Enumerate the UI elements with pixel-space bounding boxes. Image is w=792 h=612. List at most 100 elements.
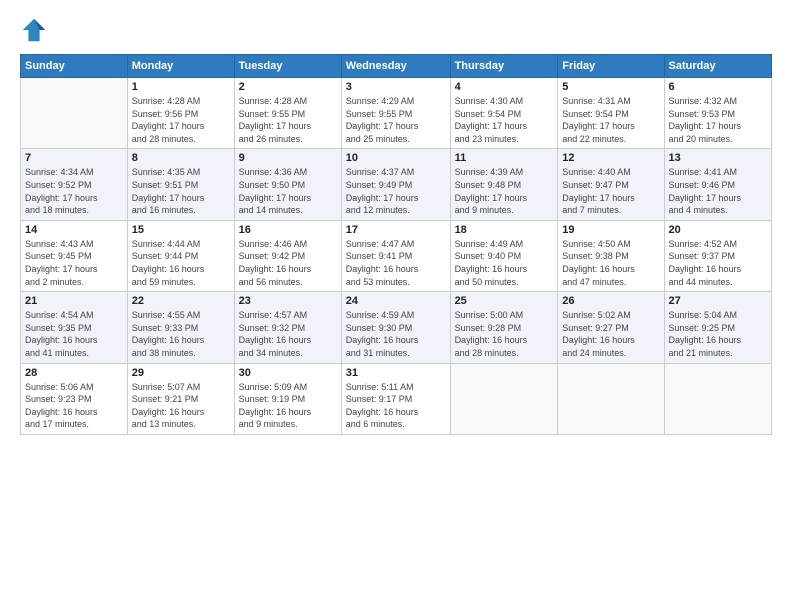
day-info: Sunrise: 4:34 AM Sunset: 9:52 PM Dayligh… <box>25 166 123 216</box>
col-header-friday: Friday <box>558 55 664 78</box>
day-info: Sunrise: 4:44 AM Sunset: 9:44 PM Dayligh… <box>132 238 230 288</box>
day-cell <box>21 78 128 149</box>
day-info: Sunrise: 5:09 AM Sunset: 9:19 PM Dayligh… <box>239 381 337 431</box>
day-cell <box>450 363 558 434</box>
day-number: 20 <box>669 224 767 236</box>
day-cell <box>558 363 664 434</box>
day-number: 26 <box>562 295 659 307</box>
day-info: Sunrise: 4:47 AM Sunset: 9:41 PM Dayligh… <box>346 238 446 288</box>
week-row-3: 14 Sunrise: 4:43 AM Sunset: 9:45 PM Dayli… <box>21 220 772 291</box>
day-number: 25 <box>455 295 554 307</box>
day-info: Sunrise: 4:41 AM Sunset: 9:46 PM Dayligh… <box>669 166 767 216</box>
day-info: Sunrise: 4:28 AM Sunset: 9:56 PM Dayligh… <box>132 95 230 145</box>
day-info: Sunrise: 4:50 AM Sunset: 9:38 PM Dayligh… <box>562 238 659 288</box>
day-cell: 19 Sunrise: 4:50 AM Sunset: 9:38 PM Dayli… <box>558 220 664 291</box>
day-number: 29 <box>132 367 230 379</box>
day-number: 31 <box>346 367 446 379</box>
day-cell: 22 Sunrise: 4:55 AM Sunset: 9:33 PM Dayli… <box>127 292 234 363</box>
day-number: 14 <box>25 224 123 236</box>
day-info: Sunrise: 4:36 AM Sunset: 9:50 PM Dayligh… <box>239 166 337 216</box>
day-cell: 6Sunrise: 4:32 AM Sunset: 9:53 PM Daylig… <box>664 78 771 149</box>
day-cell: 8 Sunrise: 4:35 AM Sunset: 9:51 PM Daylig… <box>127 149 234 220</box>
day-cell: 5Sunrise: 4:31 AM Sunset: 9:54 PM Daylig… <box>558 78 664 149</box>
week-row-5: 28 Sunrise: 5:06 AM Sunset: 9:23 PM Dayli… <box>21 363 772 434</box>
day-number: 3 <box>346 81 446 93</box>
day-number: 8 <box>132 152 230 164</box>
day-number: 12 <box>562 152 659 164</box>
day-cell: 7 Sunrise: 4:34 AM Sunset: 9:52 PM Daylig… <box>21 149 128 220</box>
day-info: Sunrise: 4:30 AM Sunset: 9:54 PM Dayligh… <box>455 95 554 145</box>
day-number: 19 <box>562 224 659 236</box>
day-info: Sunrise: 4:54 AM Sunset: 9:35 PM Dayligh… <box>25 309 123 359</box>
day-cell: 3 Sunrise: 4:29 AM Sunset: 9:55 PM Daylig… <box>341 78 450 149</box>
day-cell: 13 Sunrise: 4:41 AM Sunset: 9:46 PM Dayli… <box>664 149 771 220</box>
col-header-saturday: Saturday <box>664 55 771 78</box>
day-info: Sunrise: 4:59 AM Sunset: 9:30 PM Dayligh… <box>346 309 446 359</box>
day-info: Sunrise: 5:00 AM Sunset: 9:28 PM Dayligh… <box>455 309 554 359</box>
day-number: 16 <box>239 224 337 236</box>
day-cell: 21 Sunrise: 4:54 AM Sunset: 9:35 PM Dayli… <box>21 292 128 363</box>
day-info: Sunrise: 5:04 AM Sunset: 9:25 PM Dayligh… <box>669 309 767 359</box>
week-row-4: 21 Sunrise: 4:54 AM Sunset: 9:35 PM Dayli… <box>21 292 772 363</box>
day-cell: 23Sunrise: 4:57 AM Sunset: 9:32 PM Dayli… <box>234 292 341 363</box>
day-cell: 28 Sunrise: 5:06 AM Sunset: 9:23 PM Dayli… <box>21 363 128 434</box>
day-number: 6 <box>669 81 767 93</box>
day-cell <box>664 363 771 434</box>
header <box>20 16 772 44</box>
day-info: Sunrise: 4:43 AM Sunset: 9:45 PM Dayligh… <box>25 238 123 288</box>
day-cell: 2Sunrise: 4:28 AM Sunset: 9:55 PM Daylig… <box>234 78 341 149</box>
day-cell: 25 Sunrise: 5:00 AM Sunset: 9:28 PM Dayli… <box>450 292 558 363</box>
day-number: 24 <box>346 295 446 307</box>
day-cell: 31 Sunrise: 5:11 AM Sunset: 9:17 PM Dayli… <box>341 363 450 434</box>
day-cell: 11Sunrise: 4:39 AM Sunset: 9:48 PM Dayli… <box>450 149 558 220</box>
day-number: 18 <box>455 224 554 236</box>
day-number: 22 <box>132 295 230 307</box>
day-cell: 9 Sunrise: 4:36 AM Sunset: 9:50 PM Daylig… <box>234 149 341 220</box>
day-cell: 26Sunrise: 5:02 AM Sunset: 9:27 PM Dayli… <box>558 292 664 363</box>
day-number: 1 <box>132 81 230 93</box>
col-header-wednesday: Wednesday <box>341 55 450 78</box>
day-cell: 14 Sunrise: 4:43 AM Sunset: 9:45 PM Dayli… <box>21 220 128 291</box>
day-number: 9 <box>239 152 337 164</box>
day-cell: 1 Sunrise: 4:28 AM Sunset: 9:56 PM Daylig… <box>127 78 234 149</box>
day-info: Sunrise: 5:06 AM Sunset: 9:23 PM Dayligh… <box>25 381 123 431</box>
day-cell: 18Sunrise: 4:49 AM Sunset: 9:40 PM Dayli… <box>450 220 558 291</box>
day-number: 17 <box>346 224 446 236</box>
day-info: Sunrise: 4:46 AM Sunset: 9:42 PM Dayligh… <box>239 238 337 288</box>
day-info: Sunrise: 5:07 AM Sunset: 9:21 PM Dayligh… <box>132 381 230 431</box>
day-number: 15 <box>132 224 230 236</box>
day-number: 11 <box>455 152 554 164</box>
week-row-1: 1 Sunrise: 4:28 AM Sunset: 9:56 PM Daylig… <box>21 78 772 149</box>
day-cell: 24 Sunrise: 4:59 AM Sunset: 9:30 PM Dayli… <box>341 292 450 363</box>
day-cell: 29 Sunrise: 5:07 AM Sunset: 9:21 PM Dayli… <box>127 363 234 434</box>
logo <box>20 16 52 44</box>
day-number: 21 <box>25 295 123 307</box>
day-info: Sunrise: 4:55 AM Sunset: 9:33 PM Dayligh… <box>132 309 230 359</box>
day-number: 23 <box>239 295 337 307</box>
calendar: SundayMondayTuesdayWednesdayThursdayFrid… <box>20 54 772 435</box>
day-cell: 16 Sunrise: 4:46 AM Sunset: 9:42 PM Dayli… <box>234 220 341 291</box>
day-info: Sunrise: 4:52 AM Sunset: 9:37 PM Dayligh… <box>669 238 767 288</box>
day-cell: 30 Sunrise: 5:09 AM Sunset: 9:19 PM Dayli… <box>234 363 341 434</box>
day-cell: 10Sunrise: 4:37 AM Sunset: 9:49 PM Dayli… <box>341 149 450 220</box>
day-number: 7 <box>25 152 123 164</box>
col-header-monday: Monday <box>127 55 234 78</box>
col-header-thursday: Thursday <box>450 55 558 78</box>
day-info: Sunrise: 4:29 AM Sunset: 9:55 PM Dayligh… <box>346 95 446 145</box>
day-number: 30 <box>239 367 337 379</box>
day-number: 2 <box>239 81 337 93</box>
header-row: SundayMondayTuesdayWednesdayThursdayFrid… <box>21 55 772 78</box>
day-info: Sunrise: 4:40 AM Sunset: 9:47 PM Dayligh… <box>562 166 659 216</box>
week-row-2: 7 Sunrise: 4:34 AM Sunset: 9:52 PM Daylig… <box>21 149 772 220</box>
day-info: Sunrise: 4:35 AM Sunset: 9:51 PM Dayligh… <box>132 166 230 216</box>
day-info: Sunrise: 5:11 AM Sunset: 9:17 PM Dayligh… <box>346 381 446 431</box>
day-number: 10 <box>346 152 446 164</box>
col-header-sunday: Sunday <box>21 55 128 78</box>
day-info: Sunrise: 4:31 AM Sunset: 9:54 PM Dayligh… <box>562 95 659 145</box>
day-number: 28 <box>25 367 123 379</box>
day-number: 13 <box>669 152 767 164</box>
day-cell: 15 Sunrise: 4:44 AM Sunset: 9:44 PM Dayli… <box>127 220 234 291</box>
col-header-tuesday: Tuesday <box>234 55 341 78</box>
logo-icon <box>20 16 48 44</box>
day-cell: 12 Sunrise: 4:40 AM Sunset: 9:47 PM Dayli… <box>558 149 664 220</box>
